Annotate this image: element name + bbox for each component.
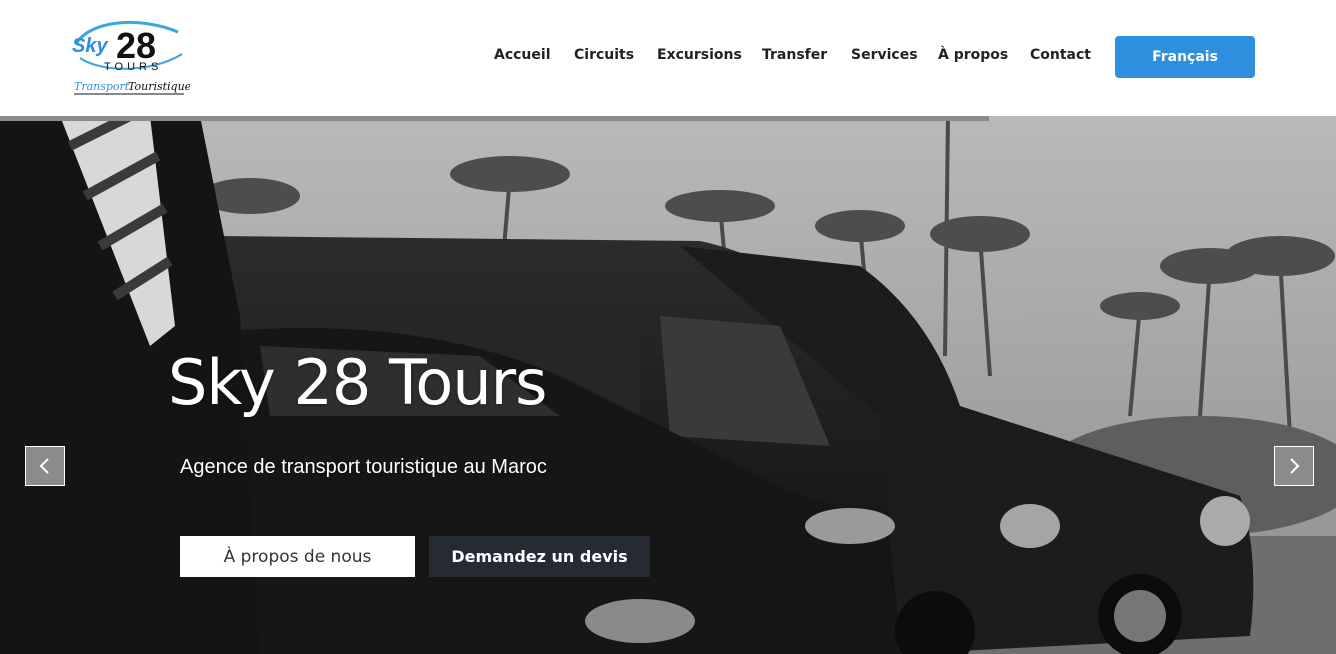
slide-progress-fill bbox=[0, 116, 989, 121]
slider-next-button[interactable] bbox=[1274, 446, 1314, 486]
nav-item-transfer[interactable]: Transfer bbox=[762, 47, 827, 63]
sky28-logo[interactable]: Sky 28 TOURS Transport Touristique bbox=[70, 14, 190, 100]
slider-prev-button[interactable] bbox=[25, 446, 65, 486]
request-quote-button[interactable]: Demandez un devis bbox=[429, 536, 650, 577]
nav-item-contact[interactable]: Contact bbox=[1030, 47, 1091, 63]
logo-number-text: 28 bbox=[116, 25, 156, 66]
logo-tagline-part1: Transport bbox=[74, 80, 130, 93]
hero-title: Sky 28 Tours bbox=[168, 346, 547, 419]
logo-tours-text: TOURS bbox=[104, 61, 162, 73]
language-button[interactable]: Français bbox=[1115, 36, 1255, 78]
nav-item-a-propos[interactable]: À propos bbox=[938, 47, 1008, 63]
logo-graphic: Sky 28 TOURS Transport Touristique bbox=[72, 20, 190, 95]
hero-slider: Sky 28 Tours Agence de transport tourist… bbox=[0, 116, 1336, 654]
site-header: Sky 28 TOURS Transport Touristique Accue… bbox=[0, 0, 1336, 116]
logo-tagline-part2: Touristique bbox=[128, 80, 190, 93]
logo-sky-text: Sky bbox=[72, 35, 108, 57]
chevron-left-icon bbox=[39, 458, 49, 474]
nav-item-accueil[interactable]: Accueil bbox=[494, 47, 551, 63]
hero-subtitle: Agence de transport touristique au Maroc bbox=[180, 456, 547, 478]
nav-item-services[interactable]: Services bbox=[851, 47, 918, 63]
chevron-right-icon bbox=[1290, 458, 1300, 474]
nav-item-circuits[interactable]: Circuits bbox=[574, 47, 634, 63]
slide-progress-bar bbox=[0, 116, 1336, 121]
nav-item-excursions[interactable]: Excursions bbox=[657, 47, 742, 63]
about-us-button[interactable]: À propos de nous bbox=[180, 536, 415, 577]
